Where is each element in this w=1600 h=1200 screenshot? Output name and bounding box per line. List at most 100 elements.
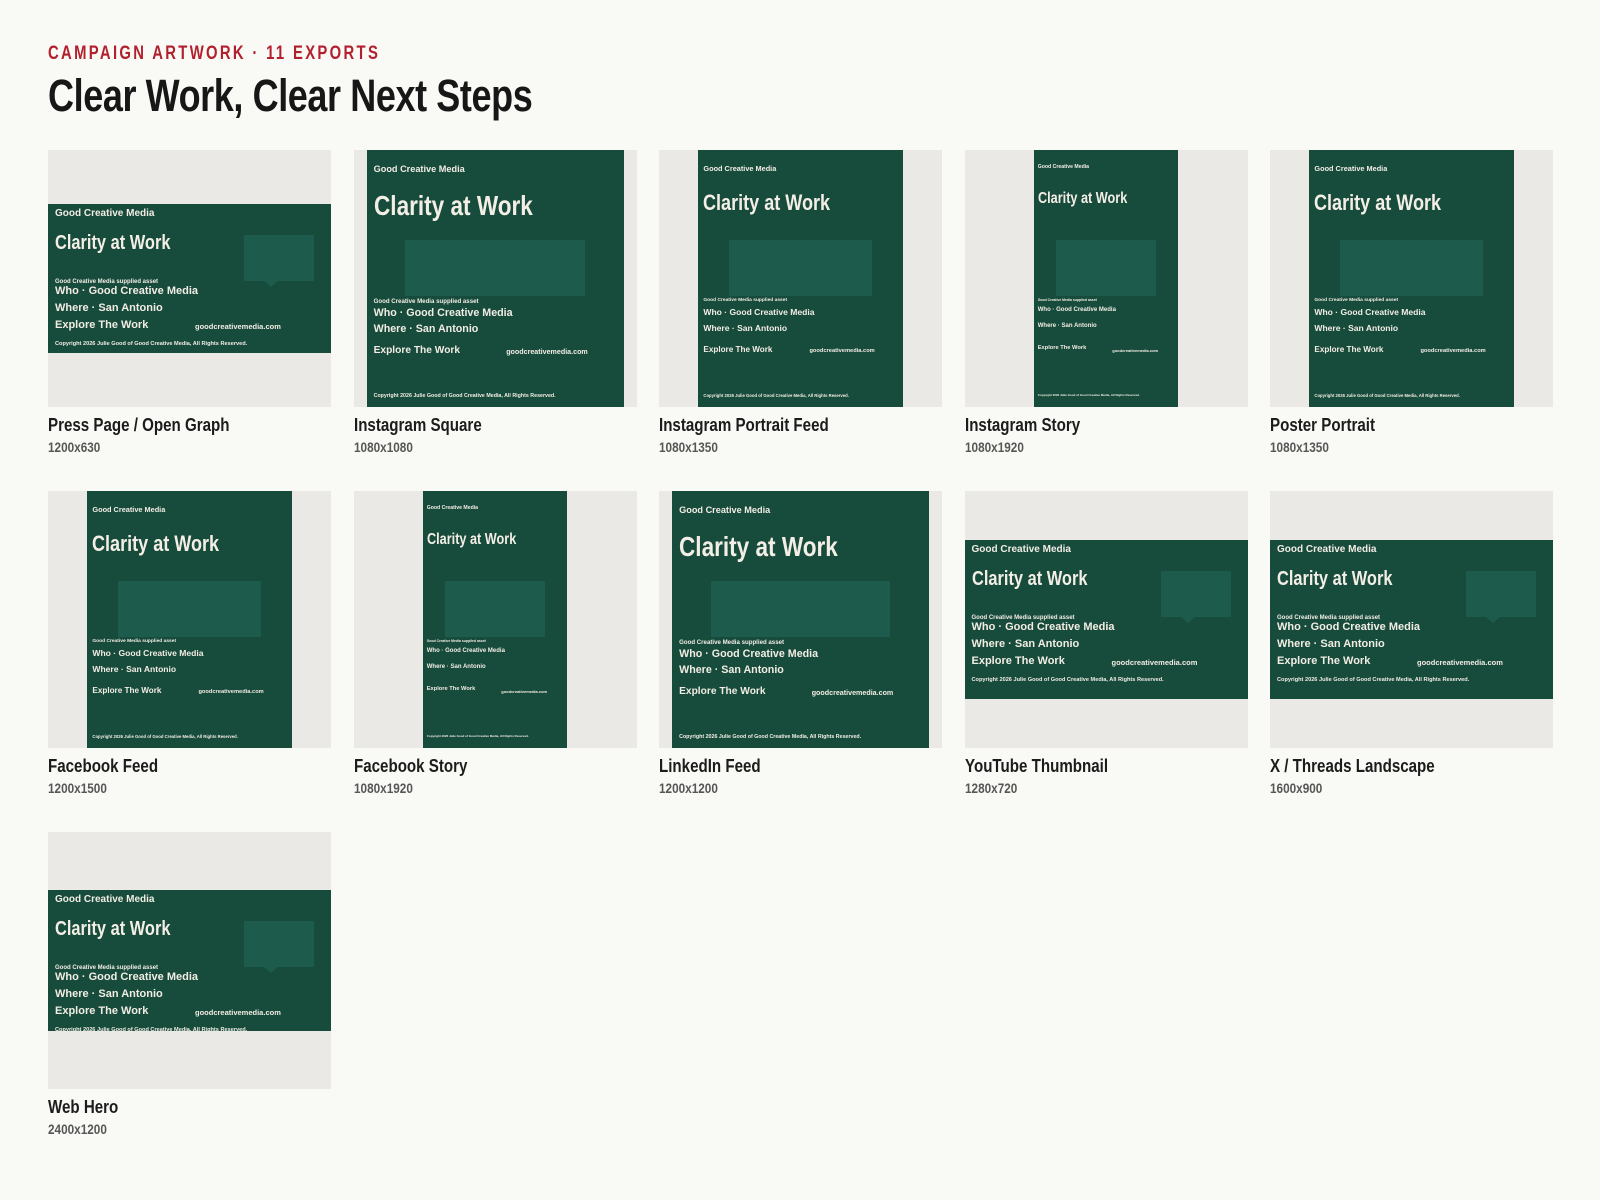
speech-bubble-panel [1466, 570, 1536, 617]
artwork-who: Who · Good Creative Media [1314, 306, 1426, 317]
export-card[interactable]: Good Creative Media Clarity at Work Good C… [353, 491, 637, 796]
export-card[interactable]: Good Creative Media Clarity at Work Good C… [48, 832, 331, 1137]
artwork-copyright: Copyright 2026 Julie Good of Good Creati… [55, 341, 248, 348]
artwork-supplied: Good Creative Media supplied asset [426, 638, 486, 643]
export-card[interactable]: Good Creative Media Clarity at Work Good C… [353, 150, 637, 455]
artwork-url: goodcreativemedia.com [811, 688, 894, 697]
export-name: Instagram Portrait Feed [659, 415, 829, 435]
export-card[interactable]: Good Creative Media Clarity at Work Good C… [964, 491, 1248, 796]
artwork-content: Good Creative Media Clarity at Work Good C… [1309, 150, 1515, 407]
artwork-preview[interactable]: Good Creative Media Clarity at Work Good C… [48, 832, 331, 1089]
artwork-where: Where · San Antonio [971, 637, 1080, 650]
page-eyebrow: CAMPAIGN ARTWORK · 11 EXPORTS [48, 43, 381, 64]
export-card[interactable]: Good Creative Media Clarity at Work Good C… [659, 491, 942, 796]
artwork-url: goodcreativemedia.com [501, 688, 548, 694]
artwork-where: Where · San Antonio [426, 664, 486, 671]
artwork-url: goodcreativemedia.com [195, 322, 281, 332]
export-card[interactable]: Good Creative Media Clarity at Work Good C… [1270, 150, 1553, 455]
artwork-copyright: Copyright 2026 Julie Good of Good Creati… [92, 733, 238, 739]
export-name: X / Threads Landscape [1270, 756, 1435, 776]
export-dimensions: 2400x1200 [48, 1121, 107, 1137]
artwork-headline: Clarity at Work [703, 189, 831, 215]
artwork-brand: Good Creative Media [55, 893, 155, 905]
artwork-supplied: Good Creative Media supplied asset [679, 638, 785, 646]
export-dimensions: 1600x900 [1270, 780, 1323, 796]
artwork-supplied: Good Creative Media supplied asset [373, 297, 479, 305]
artwork-copyright: Copyright 2026 Julie Good of Good Creati… [373, 392, 556, 399]
speech-bubble-tail [264, 966, 278, 973]
artwork-headline: Clarity at Work [971, 567, 1087, 590]
artwork-preview[interactable]: Good Creative Media Clarity at Work Good C… [353, 491, 637, 748]
artwork-content: Good Creative Media Clarity at Work Good C… [367, 150, 624, 407]
ellipsis-panel [1339, 239, 1484, 297]
artwork-who: Who · Good Creative Media [55, 970, 199, 983]
artwork-cta: Explore The Work [1277, 654, 1371, 667]
export-dimensions: 1200x1500 [48, 780, 107, 796]
export-dimensions: 1080x1920 [353, 780, 413, 796]
artwork-where: Where · San Antonio [679, 664, 784, 677]
artwork-headline: Clarity at Work [1277, 567, 1393, 590]
artwork-cta: Explore The Work [426, 686, 476, 693]
artwork-content: Good Creative Media Clarity at Work Good C… [48, 204, 331, 353]
artwork-brand: Good Creative Media [373, 164, 465, 175]
artwork-preview[interactable]: Good Creative Media Clarity at Work Good C… [659, 150, 942, 407]
artwork-cta: Explore The Work [1037, 345, 1087, 352]
speech-bubble-panel [1160, 570, 1231, 617]
artwork-url: goodcreativemedia.com [195, 1007, 281, 1017]
artwork-headline: Clarity at Work [1314, 189, 1442, 215]
artwork-url: goodcreativemedia.com [1417, 657, 1503, 667]
artwork-preview[interactable]: Good Creative Media Clarity at Work Good C… [964, 491, 1248, 748]
artwork-supplied: Good Creative Media supplied asset [703, 297, 788, 303]
artwork-cta: Explore The Work [1314, 345, 1384, 355]
artwork-supplied: Good Creative Media supplied asset [92, 638, 177, 644]
artwork-preview[interactable]: Good Creative Media Clarity at Work Good C… [964, 150, 1248, 407]
artwork-headline: Clarity at Work [1037, 189, 1128, 207]
speech-bubble-panel [244, 235, 314, 282]
export-card[interactable]: Good Creative Media Clarity at Work Good C… [964, 150, 1248, 455]
export-card[interactable]: Good Creative Media Clarity at Work Good C… [1270, 491, 1553, 796]
artwork-url: goodcreativemedia.com [1111, 657, 1198, 667]
artwork-copyright: Copyright 2026 Julie Good of Good Creati… [1037, 392, 1140, 397]
artwork-brand: Good Creative Media [971, 543, 1071, 555]
ellipsis-panel [405, 239, 585, 297]
export-dimensions: 1080x1080 [353, 439, 413, 455]
artwork-image: Good Creative Media Clarity at Work Good C… [86, 491, 293, 748]
speech-bubble-panel [244, 920, 314, 967]
artwork-image: Good Creative Media Clarity at Work Good C… [422, 491, 568, 748]
export-card[interactable]: Good Creative Media Clarity at Work Good C… [48, 150, 331, 455]
artwork-preview[interactable]: Good Creative Media Clarity at Work Good C… [48, 491, 331, 748]
artwork-content: Good Creative Media Clarity at Work Good C… [672, 491, 929, 748]
artwork-preview[interactable]: Good Creative Media Clarity at Work Good C… [353, 150, 637, 407]
artwork-copyright: Copyright 2026 Julie Good of Good Creati… [703, 392, 849, 398]
export-card[interactable]: Good Creative Media Clarity at Work Good C… [659, 150, 942, 455]
export-name: Instagram Square [353, 415, 482, 435]
artwork-image: Good Creative Media Clarity at Work Good C… [48, 204, 331, 353]
artwork-brand: Good Creative Media [703, 164, 777, 174]
artwork-image: Good Creative Media Clarity at Work Good C… [697, 150, 904, 407]
artwork-brand: Good Creative Media [92, 505, 166, 515]
artwork-content: Good Creative Media Clarity at Work Good C… [965, 540, 1248, 699]
ellipsis-panel [710, 580, 891, 638]
artwork-image: Good Creative Media Clarity at Work Good C… [672, 491, 929, 748]
export-name: Press Page / Open Graph [48, 415, 230, 435]
artwork-preview[interactable]: Good Creative Media Clarity at Work Good C… [48, 150, 331, 407]
export-dimensions: 1200x1200 [659, 780, 718, 796]
artwork-image: Good Creative Media Clarity at Work Good C… [1270, 539, 1553, 700]
export-card[interactable]: Good Creative Media Clarity at Work Good C… [48, 491, 331, 796]
artwork-headline: Clarity at Work [55, 232, 171, 255]
artwork-brand: Good Creative Media [1277, 543, 1377, 555]
artwork-brand: Good Creative Media [55, 208, 155, 220]
artwork-preview[interactable]: Good Creative Media Clarity at Work Good C… [1270, 150, 1553, 407]
artwork-image: Good Creative Media Clarity at Work Good C… [48, 889, 331, 1032]
artwork-brand: Good Creative Media [679, 505, 771, 516]
artwork-preview[interactable]: Good Creative Media Clarity at Work Good C… [1270, 491, 1553, 748]
artwork-preview[interactable]: Good Creative Media Clarity at Work Good C… [659, 491, 942, 748]
export-dimensions: 1080x1350 [1270, 439, 1329, 455]
export-name: Poster Portrait [1270, 415, 1376, 435]
artwork-url: goodcreativemedia.com [198, 688, 264, 695]
artwork-copyright: Copyright 2026 Julie Good of Good Creati… [55, 1026, 248, 1032]
artwork-url: goodcreativemedia.com [506, 347, 588, 356]
artwork-who: Who · Good Creative Media [1037, 306, 1116, 313]
speech-bubble-tail [264, 281, 278, 288]
artwork-where: Where · San Antonio [55, 987, 163, 1000]
